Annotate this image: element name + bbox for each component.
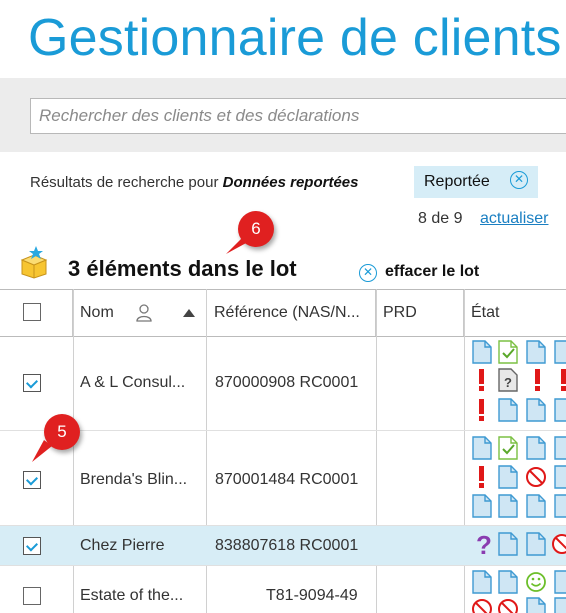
- search-results-summary: Résultats de recherche pour Données repo…: [30, 174, 359, 191]
- client-reference: 838807618 RC0001: [215, 537, 359, 554]
- client-reference: 870000908 RC0001: [215, 374, 359, 391]
- filter-chip-label: Reportée: [424, 173, 490, 190]
- person-icon: [136, 304, 152, 322]
- client-reference: 870001484 RC0001: [215, 471, 359, 488]
- status-icons-area: ? ?: [472, 340, 566, 613]
- client-name: Estate of the...: [80, 587, 184, 604]
- batch-box-icon: [20, 246, 48, 279]
- column-prd-label: PRD: [383, 304, 417, 321]
- results-prefix: Résultats de recherche pour: [30, 174, 219, 191]
- select-all-cell: [0, 290, 73, 336]
- row-checkbox[interactable]: [23, 587, 41, 605]
- table-header: Nom Référence (NAS/N... PRD État: [0, 289, 566, 337]
- callout-pointer-5: [32, 440, 52, 462]
- column-header-prd[interactable]: PRD: [376, 290, 464, 336]
- refresh-link[interactable]: actualiser: [480, 210, 548, 228]
- column-header-name[interactable]: Nom: [73, 290, 207, 336]
- column-status-label: État: [471, 304, 500, 321]
- row-checkbox[interactable]: [23, 374, 41, 392]
- clear-batch-icon[interactable]: ✕: [359, 264, 377, 282]
- column-reference-label: Référence (NAS/N...: [214, 304, 360, 321]
- client-reference: T81-9094-49: [266, 587, 358, 604]
- batch-count-label: 3 éléments dans le lot: [68, 256, 297, 281]
- row-checkbox[interactable]: [23, 471, 41, 489]
- result-count: 8 de 9: [418, 210, 463, 227]
- page-title: Gestionnaire de clients: [28, 9, 562, 67]
- close-icon[interactable]: ✕: [510, 171, 528, 189]
- column-header-status[interactable]: État: [464, 290, 566, 336]
- client-name: A & L Consul...: [80, 374, 186, 391]
- client-name: Chez Pierre: [80, 537, 165, 554]
- results-query: Données reportées: [222, 174, 359, 191]
- row-checkbox[interactable]: [23, 537, 41, 555]
- column-header-reference[interactable]: Référence (NAS/N...: [207, 290, 376, 336]
- callout-pointer-6: [226, 238, 248, 254]
- sort-ascending-icon: [183, 309, 195, 317]
- select-all-checkbox[interactable]: [23, 303, 41, 321]
- filter-chip-reportee: Reportée ✕: [414, 166, 538, 198]
- clear-batch-button[interactable]: effacer le lot: [385, 263, 479, 281]
- search-input[interactable]: [30, 98, 566, 134]
- column-name-label: Nom: [80, 304, 114, 321]
- client-name: Brenda's Blin...: [80, 471, 188, 488]
